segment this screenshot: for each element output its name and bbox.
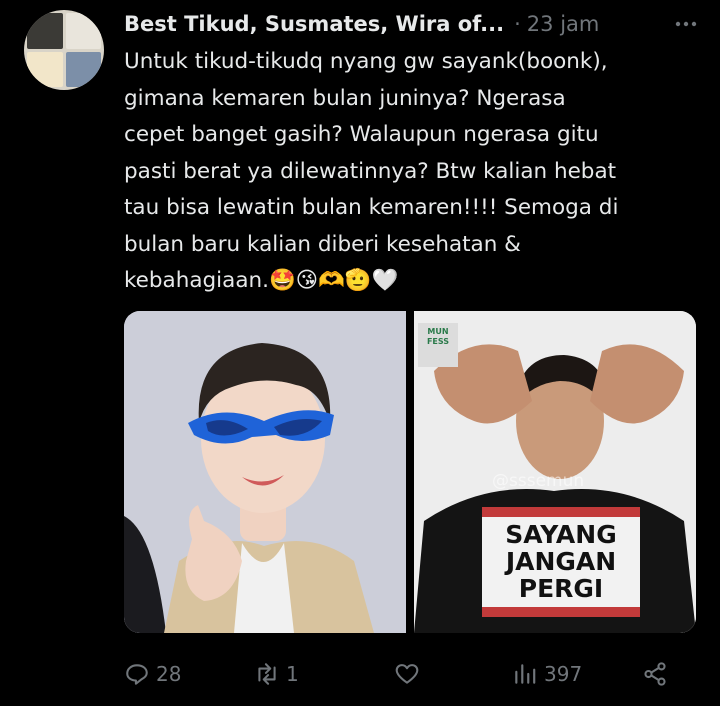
mun-fess-badge: MUN FESS [426, 327, 450, 346]
action-bar: 28 1 397 [124, 652, 704, 696]
author-name[interactable]: Best Tikud, Susmates, Wira of... [124, 12, 504, 36]
shirt-line: PERGI [518, 574, 604, 603]
shirt-line: JANGAN [505, 547, 617, 576]
share-button[interactable] [642, 661, 668, 687]
reply-icon [126, 664, 148, 685]
media-photo-right[interactable]: MUN FESS @sssemun SAYANG JANGAN PERGI [414, 311, 696, 633]
post-text: Untuk tikud-tikudq nyang gw sayank(boonk… [124, 49, 619, 293]
repost-count: 1 [286, 662, 299, 686]
media-photo-left[interactable] [124, 311, 406, 633]
like-icon [395, 664, 419, 684]
repost-icon [258, 663, 276, 685]
header-separator: · [514, 12, 521, 36]
ellipsis-icon[interactable] [672, 10, 700, 38]
media-grid: MUN FESS @sssemun SAYANG JANGAN PERGI [124, 311, 696, 633]
views-icon [515, 664, 536, 684]
views-count: 397 [544, 662, 583, 686]
like-button[interactable] [394, 661, 512, 687]
repost-button[interactable]: 1 [254, 661, 394, 687]
shirt-text: SAYANG JANGAN PERGI [488, 521, 634, 602]
views-button[interactable]: 397 [512, 661, 642, 687]
author-avatar[interactable] [24, 10, 104, 90]
avatar-tile [65, 51, 101, 87]
avatar-tile [65, 13, 101, 49]
reply-count: 28 [156, 662, 182, 686]
shirt-line: SAYANG [505, 520, 617, 549]
photo-watermark: @sssemun [492, 471, 585, 491]
post-timestamp[interactable]: 23 jam [527, 12, 600, 36]
avatar-tile [27, 51, 63, 87]
post-header: Best Tikud, Susmates, Wira of... · 23 ja… [124, 8, 704, 40]
share-icon [644, 662, 666, 686]
reply-button[interactable]: 28 [124, 661, 254, 687]
avatar-tile [27, 13, 63, 49]
